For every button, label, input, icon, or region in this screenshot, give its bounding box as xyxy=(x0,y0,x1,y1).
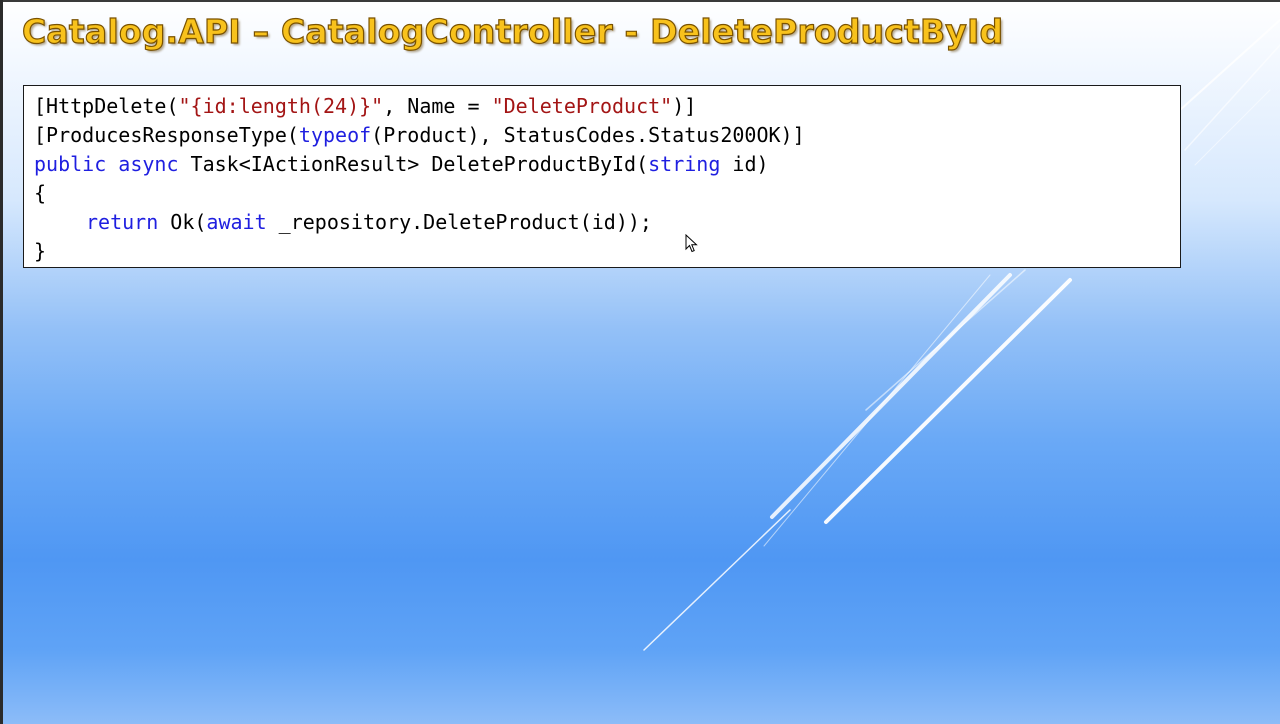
code-line-3: public async Task<IActionResult> DeleteP… xyxy=(34,150,1170,179)
code-text: (Product), StatusCodes.Status200OK)] xyxy=(371,123,805,147)
code-keyword: public xyxy=(34,152,107,176)
code-line-2: [ProducesResponseType(typeof(Product), S… xyxy=(34,121,1170,150)
code-line-6: } xyxy=(34,237,1170,266)
streak-1 xyxy=(1179,19,1280,111)
code-line-4: { xyxy=(34,179,1170,208)
streak-7 xyxy=(763,274,991,547)
code-text: [ProducesResponseType( xyxy=(34,123,299,147)
streak-2 xyxy=(1184,44,1280,151)
code-keyword: typeof xyxy=(298,123,372,147)
mouse-pointer-icon xyxy=(685,234,698,253)
code-keyword: async xyxy=(118,152,179,176)
streak-8 xyxy=(643,509,791,651)
code-line-1: [HttpDelete("{id:length(24)}", Name = "D… xyxy=(34,92,1170,121)
code-text: , Name = xyxy=(383,94,492,118)
slide: Catalog.API – CatalogController - Delete… xyxy=(0,0,1280,724)
code-text: )] xyxy=(672,94,697,118)
code-block: [HttpDelete("{id:length(24)}", Name = "D… xyxy=(23,85,1181,268)
slide-title: Catalog.API – CatalogController - Delete… xyxy=(21,11,1004,51)
code-line-5: return Ok(await _repository.DeleteProduc… xyxy=(34,208,1170,237)
code-keyword: await xyxy=(206,210,267,234)
code-keyword: return xyxy=(86,210,159,234)
code-text: _repository.DeleteProduct(id)); xyxy=(266,210,652,234)
streak-6 xyxy=(865,269,1026,411)
streak-5 xyxy=(824,278,1072,524)
code-text: { xyxy=(34,181,47,205)
code-keyword: string xyxy=(648,152,721,176)
code-text: Task<IActionResult> DeleteProductById( xyxy=(178,152,649,176)
code-text: [HttpDelete( xyxy=(34,94,179,118)
code-text: } xyxy=(34,239,47,263)
code-string: "DeleteProduct" xyxy=(491,94,673,118)
streak-4 xyxy=(770,273,1012,519)
code-text: id) xyxy=(720,152,769,176)
code-string: "{id:length(24)}" xyxy=(178,94,384,118)
code-text: Ok( xyxy=(158,210,207,234)
